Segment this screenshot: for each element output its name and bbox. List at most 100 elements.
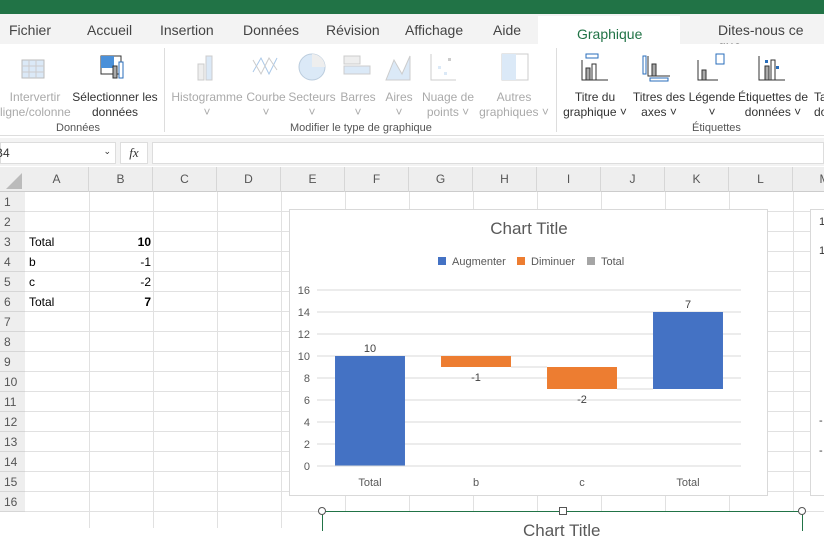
chart-title-button[interactable]: Titre du graphique ˅	[560, 90, 630, 120]
data-labels-icon	[758, 56, 785, 81]
axis-titles-button[interactable]: Titres des axes ˅	[630, 90, 688, 120]
tab-revision[interactable]: Révision	[326, 22, 380, 38]
separator	[164, 48, 165, 132]
column-header-M[interactable]: M	[793, 167, 824, 192]
ribbon-tabs: Fichier Accueil Insertion Données Révisi…	[0, 14, 824, 58]
separator	[556, 48, 557, 132]
btn-label: Barres	[340, 90, 376, 104]
column-header-A[interactable]: A	[25, 167, 89, 192]
bar-1[interactable]	[441, 356, 511, 367]
formula-input[interactable]	[152, 142, 824, 164]
data-label[interactable]: -2	[577, 394, 587, 406]
second-chart[interactable]: Chart Title	[318, 507, 806, 540]
btn-label2: do	[814, 105, 824, 119]
legend-button[interactable]: Légende ˅	[688, 90, 736, 120]
legend-icon	[697, 53, 725, 81]
row-header-14[interactable]: 14	[0, 452, 25, 472]
scatter-button[interactable]: Nuage de points ˅	[420, 90, 476, 120]
column-header-I[interactable]: I	[537, 167, 601, 192]
switch-row-column-button[interactable]: Intervertir ligne/colonne	[0, 90, 71, 120]
data-label[interactable]: -1	[471, 372, 481, 384]
row-header-6[interactable]: 6	[0, 292, 25, 312]
bar-2[interactable]	[547, 367, 617, 389]
cell-A5[interactable]: c	[29, 272, 35, 292]
bar-chart-icon	[343, 55, 371, 75]
histogram-button[interactable]: Histogramme ˅	[170, 90, 244, 120]
row-header-3[interactable]: 3	[0, 232, 25, 252]
pie-button[interactable]: Secteurs ˅	[288, 90, 336, 120]
tab-donnees[interactable]: Données	[243, 22, 299, 38]
column-header-K[interactable]: K	[665, 167, 729, 192]
cell-B4[interactable]: -1	[89, 252, 151, 272]
row-header-8[interactable]: 8	[0, 332, 25, 352]
legend-swatch	[438, 257, 446, 265]
cell-A3[interactable]: Total	[29, 232, 54, 252]
bar-3[interactable]	[653, 312, 723, 389]
btn-label2: graphiques ˅	[479, 105, 549, 119]
column-header-E[interactable]: E	[281, 167, 345, 192]
column-headers: ABCDEFGHIJKLM	[0, 167, 824, 192]
area-button[interactable]: Aires ˅	[380, 90, 418, 120]
insert-function-button[interactable]: fx	[120, 142, 148, 164]
row-header-4[interactable]: 4	[0, 252, 25, 272]
row-header-1[interactable]: 1	[0, 192, 25, 212]
column-header-F[interactable]: F	[345, 167, 409, 192]
row-header-16[interactable]: 16	[0, 492, 25, 512]
scatter-chart-icon	[430, 54, 456, 81]
tab-affichage[interactable]: Affichage	[405, 22, 463, 38]
bar-button[interactable]: Barres ˅	[338, 90, 378, 120]
chart-svg: Chart Title Augmenter Diminuer Total 0 2 4 6 8…	[298, 219, 741, 489]
other-charts-button[interactable]: Autres graphiques ˅	[476, 90, 552, 120]
row-header-11[interactable]: 11	[0, 392, 25, 412]
row-header-10[interactable]: 10	[0, 372, 25, 392]
legend-label[interactable]: Total	[601, 256, 624, 268]
btn-label2: ˅	[708, 105, 716, 119]
tab-accueil[interactable]: Accueil	[87, 22, 132, 38]
legend-label[interactable]: Diminuer	[531, 256, 575, 268]
column-header-H[interactable]: H	[473, 167, 537, 192]
cell-B6[interactable]: 7	[89, 292, 151, 312]
select-all-icon[interactable]	[6, 173, 22, 189]
chart-title[interactable]: Chart Title	[490, 219, 567, 238]
third-chart[interactable]: 1 1 - -	[810, 209, 824, 496]
cell-A6[interactable]: Total	[29, 292, 54, 312]
row-header-7[interactable]: 7	[0, 312, 25, 332]
chart-legend[interactable]: Augmenter Diminuer Total	[438, 256, 624, 268]
line-button[interactable]: Courbe ˅	[245, 90, 287, 120]
tab-insertion[interactable]: Insertion	[160, 22, 214, 38]
waterfall-chart[interactable]: Chart Title Augmenter Diminuer Total 0 2 4 6 8…	[289, 209, 768, 496]
column-chart-icon	[197, 55, 213, 81]
tab-aide[interactable]: Aide	[493, 22, 521, 38]
column-header-L[interactable]: L	[729, 167, 793, 192]
btn-label2: axes ˅	[641, 105, 677, 119]
tab-fichier[interactable]: Fichier	[9, 22, 51, 38]
column-header-D[interactable]: D	[217, 167, 281, 192]
data-table-button[interactable]: Tado	[814, 90, 824, 120]
btn-label: Intervertir	[9, 90, 61, 104]
cell-B5[interactable]: -2	[89, 272, 151, 292]
row-header-5[interactable]: 5	[0, 272, 25, 292]
bar-0[interactable]	[335, 356, 405, 466]
row-header-12[interactable]: 12	[0, 412, 25, 432]
row-header-9[interactable]: 9	[0, 352, 25, 372]
cell-A4[interactable]: b	[29, 252, 36, 272]
legend-label[interactable]: Augmenter	[452, 256, 506, 268]
column-header-C[interactable]: C	[153, 167, 217, 192]
data-labels-button[interactable]: Étiquettes de données ˅	[736, 90, 810, 120]
data-label[interactable]: 7	[685, 299, 691, 311]
row-header-2[interactable]: 2	[0, 212, 25, 232]
x-tick-label: Total	[358, 477, 381, 489]
data-label[interactable]: 10	[364, 343, 376, 355]
column-header-G[interactable]: G	[409, 167, 473, 192]
btn-label: Étiquettes de	[737, 90, 809, 104]
resize-handle[interactable]	[559, 507, 567, 515]
row-header-15[interactable]: 15	[0, 472, 25, 492]
name-box[interactable]: B4 ⌄	[0, 142, 116, 164]
column-header-B[interactable]: B	[89, 167, 153, 192]
resize-handle[interactable]	[318, 507, 326, 515]
select-data-button[interactable]: Sélectionner les données	[70, 90, 160, 120]
cell-B3[interactable]: 10	[89, 232, 151, 252]
column-header-J[interactable]: J	[601, 167, 665, 192]
row-header-13[interactable]: 13	[0, 432, 25, 452]
resize-handle[interactable]	[798, 507, 806, 515]
